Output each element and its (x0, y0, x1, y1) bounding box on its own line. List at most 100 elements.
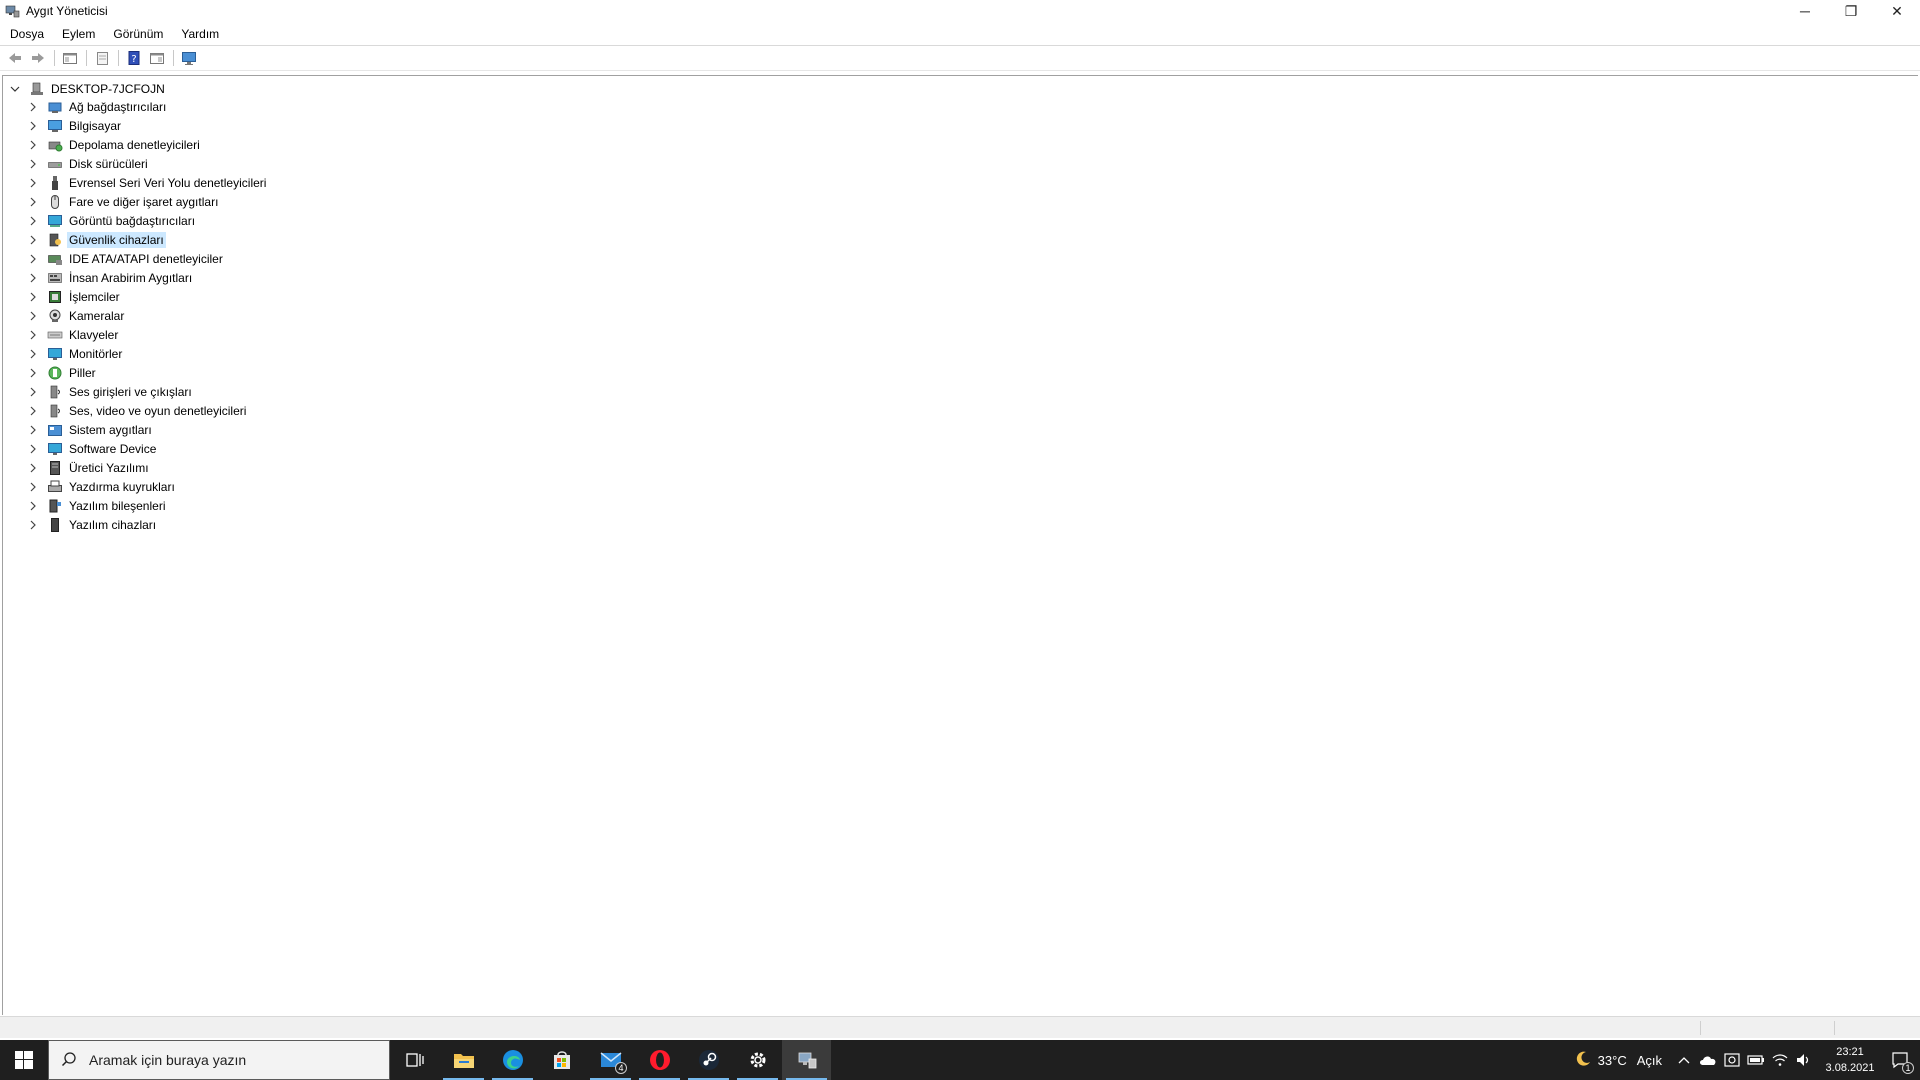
tree-item[interactable]: Ağ bağdaştırıcıları (27, 98, 168, 116)
tree-item[interactable]: Fare ve diğer işaret aygıtları (27, 193, 220, 211)
tree-item[interactable]: Piller (27, 364, 98, 382)
properties-icon[interactable] (91, 48, 113, 68)
tree-item[interactable]: IDE ATA/ATAPI denetleyiciler (27, 250, 225, 268)
battery-icon (47, 365, 63, 381)
tree-item[interactable]: Görüntü bağdaştırıcıları (27, 212, 197, 230)
menu-dosya[interactable]: Dosya (4, 25, 52, 43)
wifi-icon[interactable] (1768, 1040, 1792, 1080)
tree-item-label: Monitörler (69, 347, 123, 361)
device-manager-app-icon (4, 3, 20, 19)
tree-root-node[interactable]: DESKTOP-7JCFOJN (9, 80, 167, 98)
chevron-right-icon[interactable] (27, 234, 39, 246)
mail-icon[interactable]: 4 (586, 1040, 635, 1080)
chevron-right-icon[interactable] (27, 481, 39, 493)
tree-item[interactable]: Ses girişleri ve çıkışları (27, 383, 194, 401)
chevron-down-icon[interactable] (9, 83, 21, 95)
task-view-icon[interactable] (390, 1040, 439, 1080)
menu-divider (0, 45, 1920, 46)
chevron-right-icon[interactable] (27, 462, 39, 474)
tree-item[interactable]: İşlemciler (27, 288, 122, 306)
monitor-icon (47, 346, 63, 362)
clock[interactable]: 23:21 3.08.2021 (1820, 1044, 1880, 1076)
tree-item[interactable]: Monitörler (27, 345, 124, 363)
tree-item[interactable]: Evrensel Seri Veri Yolu denetleyicileri (27, 174, 268, 192)
weather-widget[interactable]: 33°C Açık (1568, 1050, 1662, 1071)
back-icon[interactable] (4, 48, 26, 68)
forward-icon[interactable] (27, 48, 49, 68)
tree-item-label: Depolama denetleyicileri (69, 138, 200, 152)
chevron-right-icon[interactable] (27, 310, 39, 322)
tree-item[interactable]: Software Device (27, 440, 158, 458)
software-device-2-icon (47, 517, 63, 533)
chevron-right-icon[interactable] (27, 443, 39, 455)
chevron-up-icon[interactable] (1672, 1040, 1696, 1080)
menu-gorunum[interactable]: Görünüm (107, 25, 171, 43)
tree-item[interactable]: Disk sürücüleri (27, 155, 150, 173)
tree-item[interactable]: Depolama denetleyicileri (27, 136, 202, 154)
volume-icon[interactable] (1792, 1040, 1816, 1080)
notification-center-icon[interactable]: 1 (1880, 1040, 1920, 1080)
battery-tray-icon[interactable] (1744, 1040, 1768, 1080)
tree-item[interactable]: Güvenlik cihazları (27, 231, 166, 249)
show-hide-tree-icon[interactable] (59, 48, 81, 68)
chevron-right-icon[interactable] (27, 424, 39, 436)
tree-item-label: İşlemciler (69, 290, 120, 304)
computer-root-icon (29, 81, 45, 97)
chevron-right-icon[interactable] (27, 272, 39, 284)
steam-icon[interactable] (684, 1040, 733, 1080)
tree-item[interactable]: Bilgisayar (27, 117, 123, 135)
chevron-right-icon[interactable] (27, 519, 39, 531)
monitor-scan-icon[interactable] (178, 48, 200, 68)
help-icon[interactable]: ? (123, 48, 145, 68)
tree-item[interactable]: Üretici Yazılımı (27, 459, 151, 477)
tree-item-label: Ağ bağdaştırıcıları (69, 100, 167, 114)
tree-item[interactable]: Sistem aygıtları (27, 421, 154, 439)
tree-item[interactable]: Kameralar (27, 307, 126, 325)
start-button[interactable] (0, 1040, 48, 1080)
chevron-right-icon[interactable] (27, 101, 39, 113)
search-box[interactable]: Aramak için buraya yazın (48, 1040, 390, 1080)
chevron-right-icon[interactable] (27, 139, 39, 151)
tree-item[interactable]: Ses, video ve oyun denetleyicileri (27, 402, 248, 420)
device-manager-icon[interactable] (782, 1040, 831, 1080)
settings-icon[interactable] (733, 1040, 782, 1080)
minimize-button[interactable]: ─ (1782, 0, 1828, 22)
store-icon[interactable] (537, 1040, 586, 1080)
edge-icon[interactable] (488, 1040, 537, 1080)
tree-item-label: Yazılım cihazları (69, 518, 157, 532)
chevron-right-icon[interactable] (27, 196, 39, 208)
chevron-right-icon[interactable] (27, 405, 39, 417)
chevron-right-icon[interactable] (27, 291, 39, 303)
chevron-right-icon[interactable] (27, 253, 39, 265)
maximize-button[interactable]: ❐ (1828, 0, 1874, 22)
chevron-right-icon[interactable] (27, 177, 39, 189)
chevron-right-icon[interactable] (27, 386, 39, 398)
file-explorer-icon[interactable] (439, 1040, 488, 1080)
keyboard-icon (47, 327, 63, 343)
tree-item[interactable]: İnsan Arabirim Aygıtları (27, 269, 194, 287)
tree-item-label: Fare ve diğer işaret aygıtları (69, 195, 219, 209)
tree-item[interactable]: Klavyeler (27, 326, 120, 344)
opera-icon[interactable] (635, 1040, 684, 1080)
chevron-right-icon[interactable] (27, 500, 39, 512)
chevron-right-icon[interactable] (27, 329, 39, 341)
toolbar-separator (86, 50, 87, 66)
action-pane-icon[interactable] (146, 48, 168, 68)
chevron-right-icon[interactable] (27, 158, 39, 170)
firmware-icon (47, 460, 63, 476)
chevron-right-icon[interactable] (27, 348, 39, 360)
close-button[interactable]: ✕ (1874, 0, 1920, 22)
chevron-right-icon[interactable] (27, 120, 39, 132)
status-divider (1834, 1021, 1835, 1035)
menu-yardim[interactable]: Yardım (175, 25, 227, 43)
search-placeholder: Aramak için buraya yazın (89, 1052, 247, 1068)
tree-item[interactable]: Yazılım bileşenleri (27, 497, 167, 515)
security-tray-icon[interactable] (1720, 1040, 1744, 1080)
tree-item[interactable]: Yazdırma kuyrukları (27, 478, 177, 496)
tree-item[interactable]: Yazılım cihazları (27, 516, 158, 534)
device-tree[interactable]: DESKTOP-7JCFOJN Ağ bağdaştırıcıları Bilgi… (2, 75, 1918, 1015)
menu-eylem[interactable]: Eylem (56, 25, 103, 43)
chevron-right-icon[interactable] (27, 215, 39, 227)
chevron-right-icon[interactable] (27, 367, 39, 379)
onedrive-icon[interactable] (1696, 1040, 1720, 1080)
